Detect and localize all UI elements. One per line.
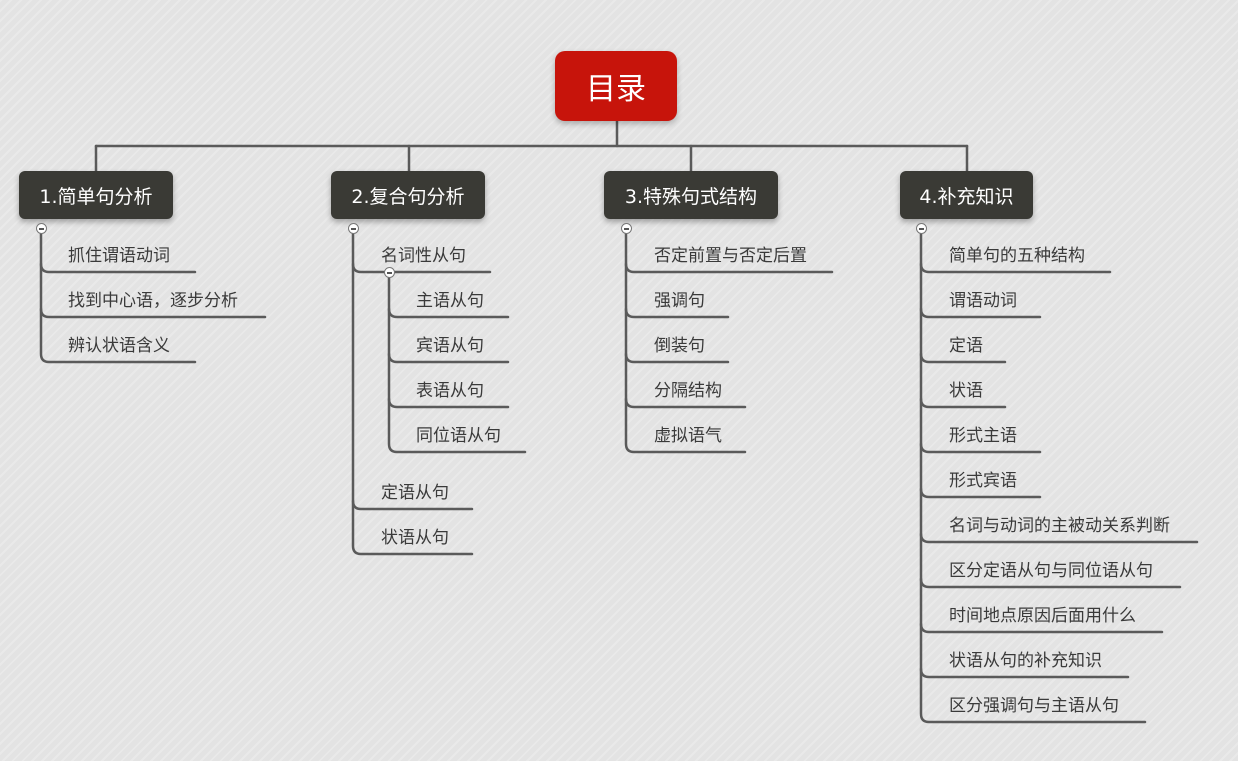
branch-topic-label: 4.补充知识	[919, 185, 1014, 208]
subtopic[interactable]: 名词与动词的主被动关系判断	[949, 515, 1170, 537]
subtopic[interactable]: 表语从句	[416, 380, 484, 402]
subtopic[interactable]: 找到中心语，逐步分析	[68, 290, 238, 312]
subtopic[interactable]: 状语从句的补充知识	[949, 650, 1102, 672]
subtopic[interactable]: 否定前置与否定后置	[654, 245, 807, 267]
branch-topic-4[interactable]: 4.补充知识	[900, 171, 1033, 219]
branch-topic-1[interactable]: 1.简单句分析	[19, 171, 173, 219]
collapse-icon[interactable]	[916, 223, 927, 234]
subtopic[interactable]: 形式主语	[949, 425, 1017, 447]
root-topic-label: 目录	[586, 72, 646, 107]
subtopic[interactable]: 时间地点原因后面用什么	[949, 605, 1136, 627]
subtopic[interactable]: 抓住谓语动词	[68, 245, 170, 267]
subtopic[interactable]: 区分强调句与主语从句	[949, 695, 1119, 717]
subtopic[interactable]: 状语从句	[381, 527, 449, 549]
branch-topic-label: 2.复合句分析	[351, 185, 465, 208]
branch-topic-2[interactable]: 2.复合句分析	[331, 171, 485, 219]
root-topic[interactable]: 目录	[555, 51, 677, 121]
subtopic[interactable]: 宾语从句	[416, 335, 484, 357]
collapse-icon[interactable]	[348, 223, 359, 234]
branch-topic-label: 1.简单句分析	[39, 185, 153, 208]
subtopic[interactable]: 状语	[949, 380, 983, 402]
subtopic[interactable]: 强调句	[654, 290, 705, 312]
subtopic[interactable]: 倒装句	[654, 335, 705, 357]
subtopic[interactable]: 谓语动词	[949, 290, 1017, 312]
subtopic[interactable]: 主语从句	[416, 290, 484, 312]
branch-topic-3[interactable]: 3.特殊句式结构	[604, 171, 778, 219]
subtopic[interactable]: 区分定语从句与同位语从句	[949, 560, 1153, 582]
branch-topic-label: 3.特殊句式结构	[624, 185, 758, 208]
subtopic[interactable]: 虚拟语气	[654, 425, 722, 447]
subtopic[interactable]: 分隔结构	[654, 380, 722, 402]
collapse-icon[interactable]	[36, 223, 47, 234]
collapse-icon[interactable]	[621, 223, 632, 234]
subtopic[interactable]: 定语从句	[381, 482, 449, 504]
subtopic[interactable]: 同位语从句	[416, 425, 501, 447]
subtopic[interactable]: 辨认状语含义	[68, 335, 170, 357]
collapse-icon[interactable]	[384, 267, 395, 278]
subtopic[interactable]: 形式宾语	[949, 470, 1017, 492]
subtopic-group[interactable]: 名词性从句	[381, 245, 466, 267]
subtopic[interactable]: 简单句的五种结构	[949, 245, 1085, 267]
subtopic[interactable]: 定语	[949, 335, 983, 357]
